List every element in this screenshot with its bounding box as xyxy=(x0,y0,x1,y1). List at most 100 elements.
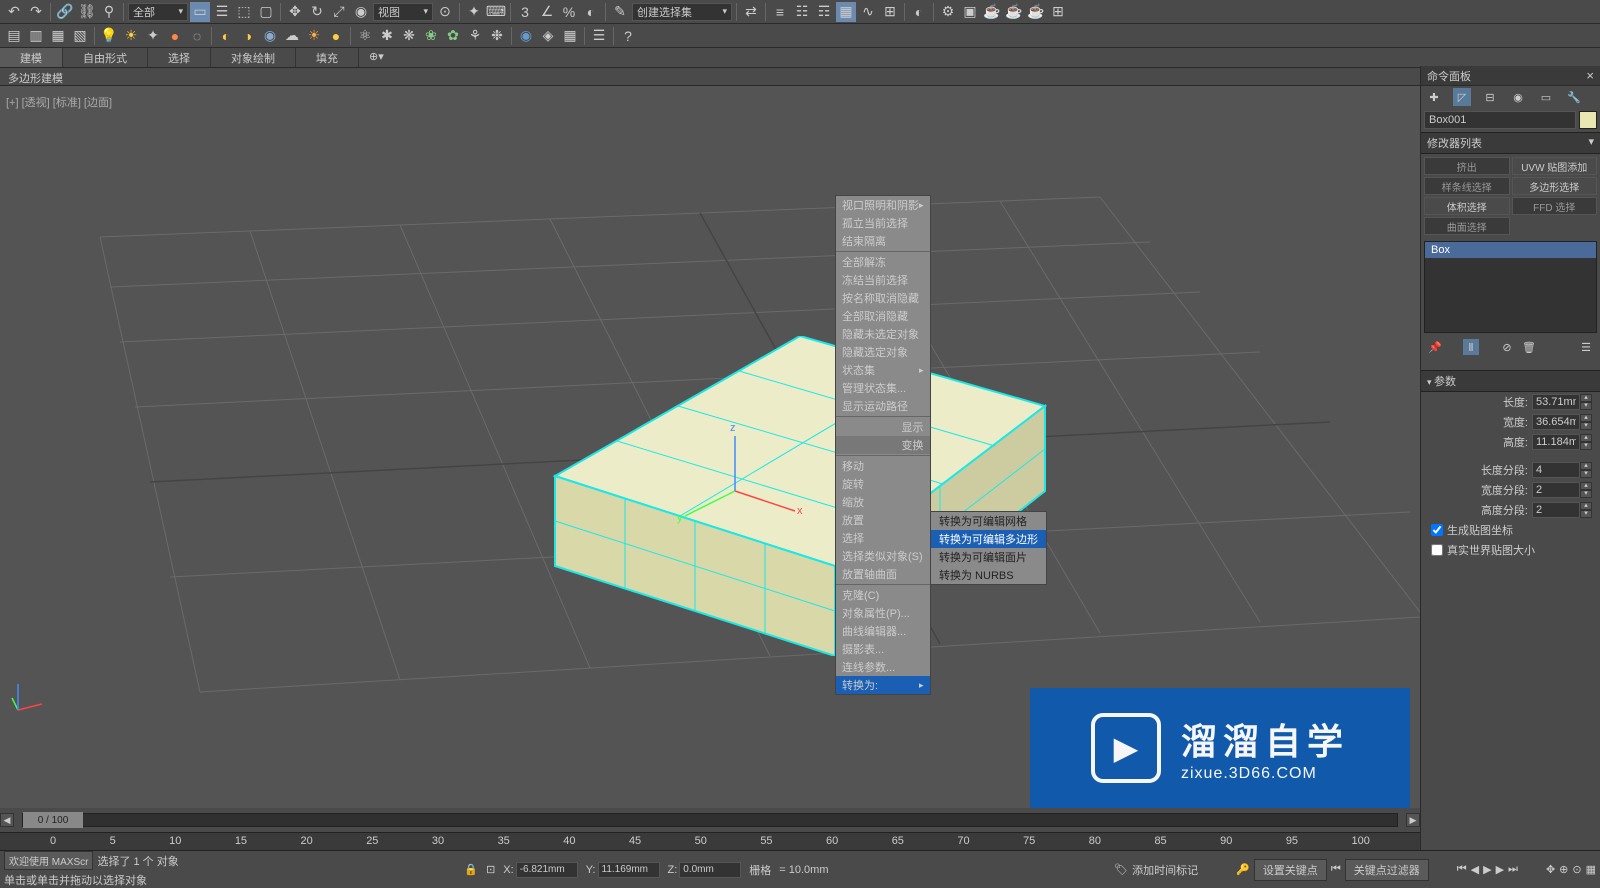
render-setup-icon[interactable]: ⚙ xyxy=(938,2,958,22)
selection-filter-combo[interactable]: 全部 xyxy=(128,3,188,21)
mi-unhide-by-name[interactable]: 按名称取消隐藏 xyxy=(836,289,930,307)
graphite-btn1-icon[interactable]: ▤ xyxy=(4,26,24,46)
toggle-ribbon-icon[interactable]: ▦ xyxy=(836,2,856,22)
utilities-tab-icon[interactable]: 🔧 xyxy=(1565,88,1583,106)
time-tag-icon[interactable]: 🏷 xyxy=(1114,863,1128,876)
ribbon-tab-selection[interactable]: 选择 xyxy=(148,48,211,67)
select-icon[interactable]: ▭ xyxy=(190,2,210,22)
curve-select-button[interactable]: 曲面选择 xyxy=(1424,217,1510,235)
material-editor-icon[interactable]: ◐ xyxy=(909,2,929,22)
hierarchy-tab-icon[interactable]: ⊟ xyxy=(1481,88,1499,106)
motion-tab-icon[interactable]: ◉ xyxy=(1509,88,1527,106)
submi-nurbs[interactable]: 转换为 NURBS xyxy=(931,566,1046,584)
light4-icon[interactable]: ● xyxy=(165,26,185,46)
viewport-nav3-icon[interactable]: ⊙ xyxy=(1572,863,1581,876)
mi-manage-state-sets[interactable]: 管理状态集... xyxy=(836,379,930,397)
env6-icon[interactable]: ● xyxy=(326,26,346,46)
align-icon[interactable]: ≡ xyxy=(770,2,790,22)
prev-key-icon[interactable]: ⏮ xyxy=(1331,863,1341,876)
y-coord-input[interactable] xyxy=(598,862,660,878)
percent-snap-icon[interactable]: % xyxy=(559,2,579,22)
particle2-icon[interactable]: ✱ xyxy=(377,26,397,46)
mirror-icon[interactable]: ⇄ xyxy=(741,2,761,22)
spline-select-button[interactable]: 样条线选择 xyxy=(1424,177,1510,195)
display-tab-icon[interactable]: ▭ xyxy=(1537,88,1555,106)
render-cloud-icon[interactable]: ⊞ xyxy=(1048,2,1068,22)
render-frame-icon[interactable]: ▣ xyxy=(960,2,980,22)
light5-icon[interactable]: ◌ xyxy=(187,26,207,46)
mi-properties[interactable]: 对象属性(P)... xyxy=(836,604,930,622)
length-input[interactable] xyxy=(1532,394,1580,410)
vol-select-button[interactable]: 体积选择 xyxy=(1424,197,1510,215)
create-tab-icon[interactable]: ✚ xyxy=(1425,88,1443,106)
set-key-button[interactable]: 设置关键点 xyxy=(1254,859,1327,881)
redo-icon[interactable]: ↷ xyxy=(26,2,46,22)
box-object[interactable]: x y z xyxy=(545,336,1055,656)
wseg-input[interactable] xyxy=(1532,482,1580,498)
select-name-icon[interactable]: ☰ xyxy=(212,2,232,22)
mi-show-motion-paths[interactable]: 显示运动路径 xyxy=(836,397,930,415)
real-world-checkbox[interactable] xyxy=(1431,544,1443,556)
help-icon[interactable]: ? xyxy=(618,26,638,46)
mi-select[interactable]: 选择 xyxy=(836,529,930,547)
env2-icon[interactable]: ◑ xyxy=(238,26,258,46)
width-input[interactable] xyxy=(1532,414,1580,430)
rotate-icon[interactable]: ↻ xyxy=(307,2,327,22)
mi-curve-editor[interactable]: 曲线编辑器... xyxy=(836,622,930,640)
tool-options-icon[interactable]: ☰ xyxy=(589,26,609,46)
angle-snap-icon[interactable]: ∠ xyxy=(537,2,557,22)
select-region-icon[interactable]: ⬚ xyxy=(234,2,254,22)
isolate-toggle-icon[interactable]: ⊡ xyxy=(486,863,495,876)
mi-unhide-all[interactable]: 全部取消隐藏 xyxy=(836,307,930,325)
remove-modifier-icon[interactable]: 🗑 xyxy=(1521,339,1537,355)
length-up-icon[interactable]: ▴ xyxy=(1580,394,1592,402)
viewport-nav1-icon[interactable]: ✥ xyxy=(1546,863,1555,876)
mi-place[interactable]: 放置 xyxy=(836,511,930,529)
render-last-icon[interactable]: ☕ xyxy=(1004,2,1024,22)
link-icon[interactable]: 🔗 xyxy=(55,2,75,22)
z-coord-input[interactable] xyxy=(679,862,741,878)
viewport-nav4-icon[interactable]: ▦ xyxy=(1586,863,1596,876)
particle4-icon[interactable]: ❀ xyxy=(421,26,441,46)
play-end-icon[interactable]: ⏭ xyxy=(1508,863,1518,876)
mi-hide-unselected[interactable]: 隐藏未选定对象 xyxy=(836,325,930,343)
timeline-handle[interactable]: 0 / 100 xyxy=(23,812,83,828)
show-end-result-icon[interactable]: Ⅱ xyxy=(1463,339,1479,355)
mi-hide-selection[interactable]: 隐藏选定对象 xyxy=(836,343,930,361)
make-unique-icon[interactable]: ⊘ xyxy=(1499,339,1515,355)
spinner-snap-icon[interactable]: ◐ xyxy=(581,2,601,22)
timeline-track[interactable]: 0 / 100 xyxy=(22,813,1398,827)
unlink-icon[interactable]: ⛓ xyxy=(77,2,97,22)
close-icon[interactable]: × xyxy=(1586,68,1594,83)
height-input[interactable] xyxy=(1532,434,1580,450)
env1-icon[interactable]: ◐ xyxy=(216,26,236,46)
keyboard-shortcut-icon[interactable]: ⌨ xyxy=(486,2,506,22)
env5-icon[interactable]: ☀ xyxy=(304,26,324,46)
snap-toggle-icon[interactable]: 3 xyxy=(515,2,535,22)
modify-tab-icon[interactable]: ◸ xyxy=(1453,88,1471,106)
mi-convert-to[interactable]: 转换为:▸ xyxy=(836,676,930,694)
timeline-next-icon[interactable]: ▶ xyxy=(1406,813,1420,827)
uvw-button[interactable]: UVW 贴图添加 xyxy=(1512,157,1598,175)
mi-select-similar[interactable]: 选择类似对象(S) xyxy=(836,547,930,565)
light3-icon[interactable]: ✦ xyxy=(143,26,163,46)
mi-rotate[interactable]: 旋转 xyxy=(836,475,930,493)
ribbon-tab-modeling[interactable]: 建模 xyxy=(0,48,63,67)
curve-editor-icon[interactable]: ∿ xyxy=(858,2,878,22)
edit-named-sel-icon[interactable]: ✎ xyxy=(610,2,630,22)
submi-editable-mesh[interactable]: 转换为可编辑网格 xyxy=(931,512,1046,530)
hseg-input[interactable] xyxy=(1532,502,1580,518)
play-icon[interactable]: ▶ xyxy=(1483,863,1491,876)
key-filter-button[interactable]: 关键点过滤器 xyxy=(1345,859,1429,881)
viewport-nav2-icon[interactable]: ⊕ xyxy=(1559,863,1568,876)
mi-clone[interactable]: 克隆(C) xyxy=(836,586,930,604)
particle5-icon[interactable]: ✿ xyxy=(443,26,463,46)
mi-place-pivot[interactable]: 放置轴曲面 xyxy=(836,565,930,583)
ffd-select-button[interactable]: FFD 选择 xyxy=(1512,197,1598,215)
auto-key-icon[interactable]: 🔑 xyxy=(1236,863,1250,876)
env4-icon[interactable]: ☁ xyxy=(282,26,302,46)
pivot-icon[interactable]: ⊙ xyxy=(435,2,455,22)
layers-icon[interactable]: ☷ xyxy=(792,2,812,22)
render-preset-icon[interactable]: ☕ xyxy=(1026,2,1046,22)
mi-state-sets[interactable]: 状态集▸ xyxy=(836,361,930,379)
